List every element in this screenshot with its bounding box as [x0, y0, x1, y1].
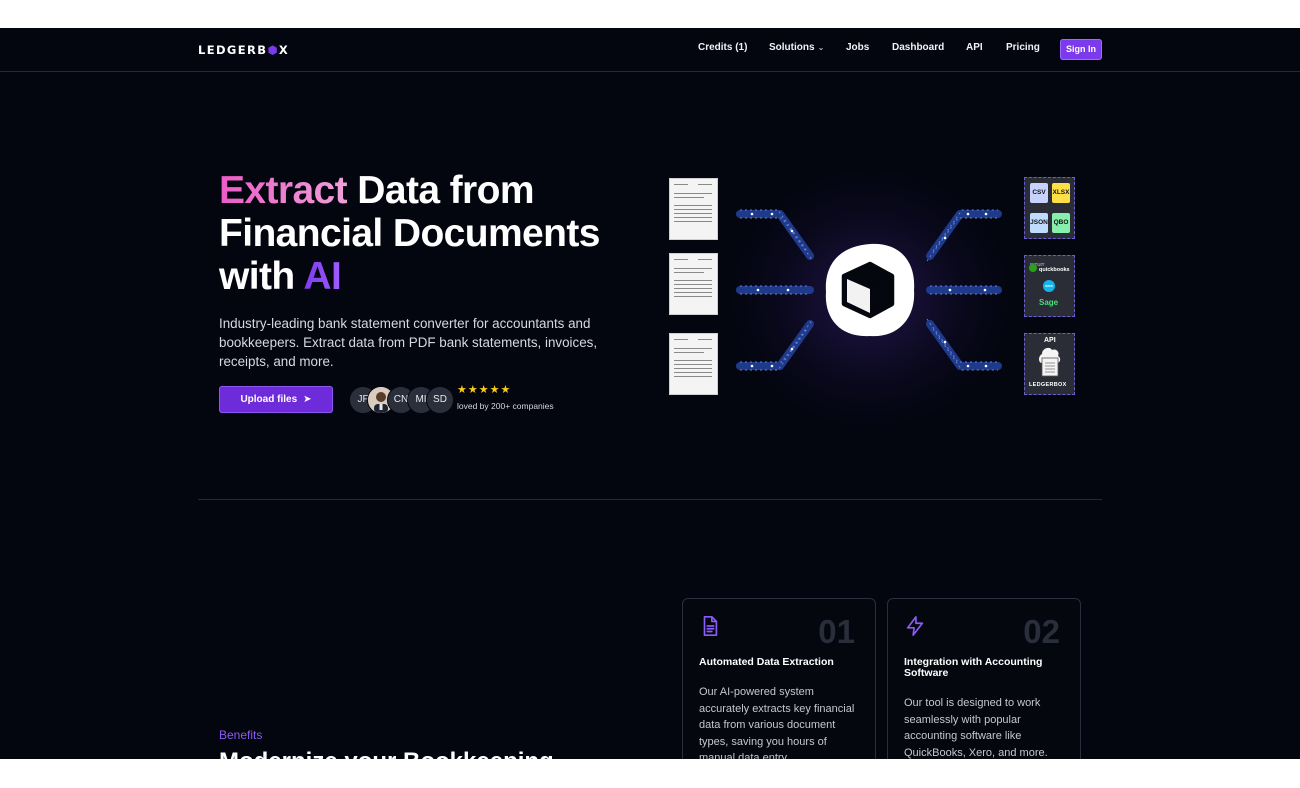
logo-cube-icon: ⬢	[267, 43, 279, 57]
benefits-heading: Modernize your Bookkeeping	[219, 748, 554, 759]
hero-title-rest: Data from	[357, 169, 534, 212]
xlsx-format-icon: XLSX	[1052, 183, 1070, 203]
integrations-tile: INTUIT quickbooks xero Sage	[1024, 255, 1075, 317]
hero-title-highlight: Extract	[219, 169, 348, 212]
avatar: SD	[426, 386, 454, 414]
document-icon	[703, 616, 718, 636]
benefits-eyebrow: Benefits	[219, 728, 263, 742]
top-navigation: LEDGERB⬢X Credits (1) Solutions ⌄ Jobs Da…	[0, 28, 1300, 72]
nav-pricing[interactable]: Pricing	[1006, 42, 1040, 53]
upload-files-label: Upload files	[240, 394, 298, 405]
logo-text-tail: X	[278, 43, 290, 57]
hero-subtitle: Industry-leading bank statement converte…	[219, 316, 598, 369]
logo-text: LEDGERB	[198, 43, 268, 57]
sign-in-button[interactable]: Sign In	[1060, 39, 1102, 60]
api-tile: API LEDGERBOX	[1024, 333, 1075, 395]
section-divider	[198, 499, 1102, 500]
quickbooks-logo: quickbooks	[1039, 267, 1070, 273]
hero-title-with: with	[219, 255, 295, 298]
nav-dashboard[interactable]: Dashboard	[892, 42, 944, 53]
nav-api[interactable]: API	[966, 42, 983, 53]
send-icon: ➤	[303, 394, 312, 405]
chevron-down-icon: ⌄	[817, 43, 825, 52]
api-brand-label: LEDGERBOX	[1029, 382, 1067, 388]
hero-illustration: CSV XLSX JSON QBO INTUIT quickbooks xero…	[640, 148, 1100, 448]
hero-title: Extract Data from Financial Documents wi…	[219, 169, 600, 298]
feature-description: Our tool is designed to work seamlessly …	[904, 697, 1048, 759]
feature-number: 02	[1023, 613, 1060, 650]
feature-card-integration: 02 Integration with Accounting Software …	[887, 598, 1081, 759]
page-viewport: LEDGERB⬢X Credits (1) Solutions ⌄ Jobs Da…	[0, 28, 1300, 759]
feature-title: Integration with Accounting Software	[904, 656, 1043, 679]
upload-files-button[interactable]: Upload files ➤	[219, 386, 333, 413]
rating-stars: ★★★★★	[457, 384, 512, 396]
quickbooks-icon	[1029, 264, 1037, 272]
csv-format-icon: CSV	[1030, 183, 1048, 203]
nav-credits[interactable]: Credits (1)	[698, 42, 747, 53]
hero-title-line-1: Extract Data from	[219, 169, 600, 212]
nav-solutions[interactable]: Solutions ⌄	[769, 42, 824, 53]
feature-card-automated-extraction: 01 Automated Data Extraction Our AI-powe…	[682, 598, 876, 759]
hero-title-line-2: Financial Documents	[219, 212, 600, 255]
feature-description: Our AI-powered system accurately extract…	[699, 686, 855, 759]
api-document-icon	[1039, 347, 1061, 377]
lightning-icon	[906, 616, 924, 636]
feature-title: Automated Data Extraction	[699, 656, 834, 668]
sage-logo: Sage	[1039, 298, 1059, 307]
export-formats-tile: CSV XLSX JSON QBO	[1024, 177, 1075, 239]
ledgerbox-logo[interactable]: LEDGERB⬢X	[198, 43, 289, 57]
api-label: API	[1044, 337, 1056, 344]
feature-number: 01	[818, 613, 855, 650]
hero-title-line-3: with AI	[219, 255, 600, 298]
xero-logo: xero	[1043, 280, 1055, 292]
json-format-icon: JSON	[1030, 213, 1048, 233]
social-proof-text: loved by 200+ companies	[457, 401, 554, 411]
hero-title-ai: AI	[303, 255, 342, 298]
nav-jobs[interactable]: Jobs	[846, 42, 869, 53]
nav-solutions-label: Solutions	[769, 42, 815, 53]
qbo-format-icon: QBO	[1052, 213, 1070, 233]
